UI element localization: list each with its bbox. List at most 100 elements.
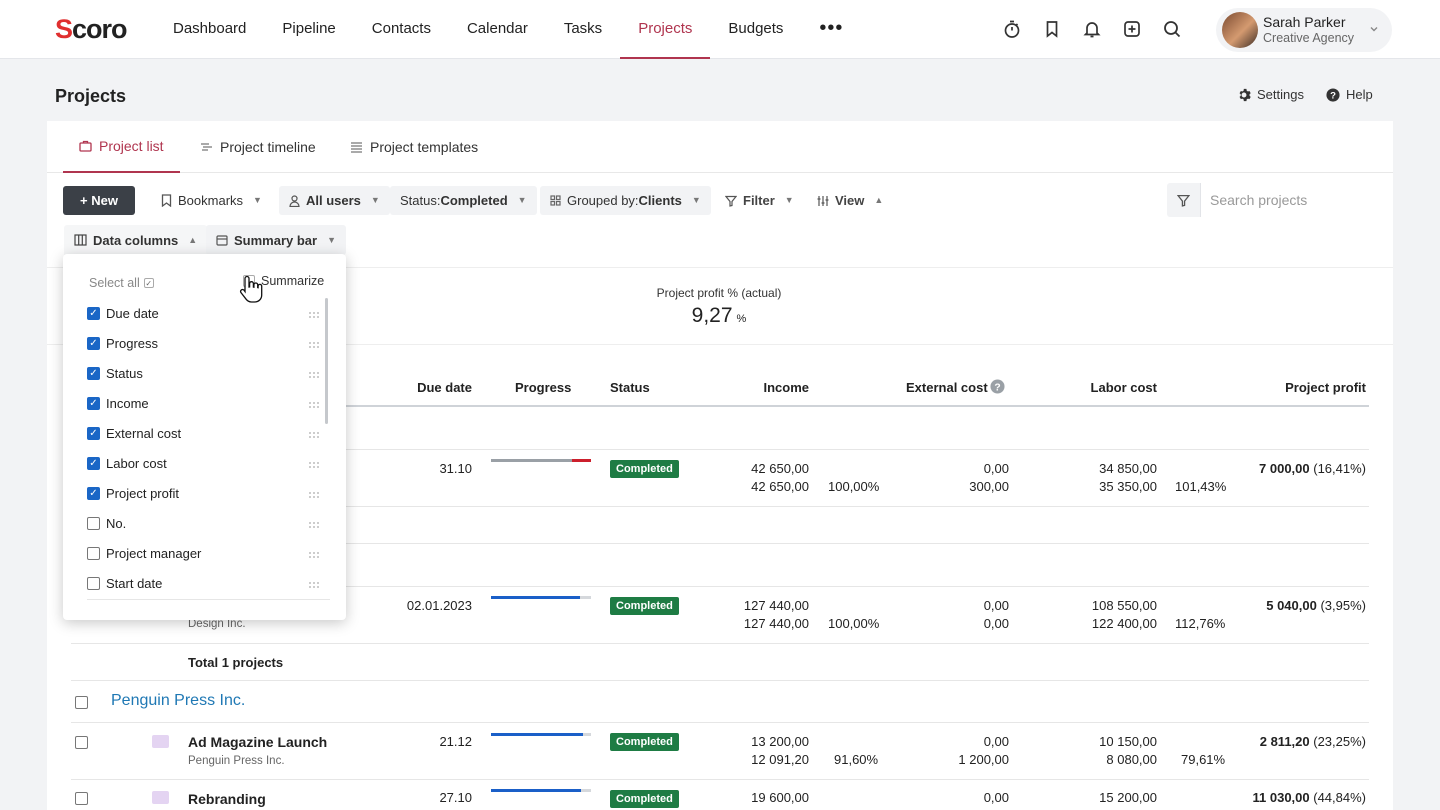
column-checkbox[interactable]: ✓	[87, 366, 100, 380]
column-option-project-manager[interactable]: Project manager	[87, 542, 319, 564]
col-income[interactable]: Income	[709, 380, 809, 395]
scoro-logo[interactable]: Scoro	[55, 14, 128, 45]
income-planned: 13 200,00	[751, 734, 809, 749]
user-menu[interactable]: Sarah Parker Creative Agency	[1216, 8, 1392, 52]
dropdown-scrollbar[interactable]	[325, 298, 328, 424]
drag-handle-icon[interactable]	[309, 368, 319, 378]
nav-tasks[interactable]: Tasks	[546, 0, 620, 59]
timeline-icon	[201, 143, 212, 151]
column-checkbox[interactable]: ✓	[87, 426, 100, 440]
tab-project-templates[interactable]: Project templates	[350, 121, 478, 173]
funnel-icon[interactable]	[1167, 183, 1201, 217]
new-button[interactable]: + New	[63, 186, 135, 215]
svg-text:?: ?	[994, 382, 1000, 393]
column-checkbox[interactable]: ✓	[87, 306, 100, 320]
nav-budgets[interactable]: Budgets	[710, 0, 801, 59]
column-option-progress[interactable]: ✓ Progress	[87, 332, 319, 354]
nav-dashboard[interactable]: Dashboard	[155, 0, 264, 59]
progress-bar	[491, 789, 591, 792]
drag-handle-icon[interactable]	[309, 428, 319, 438]
status-dropdown[interactable]: Status: Completed ▼	[390, 186, 537, 215]
grouped-by-dropdown[interactable]: Grouped by: Clients ▼	[540, 186, 711, 215]
labor-percent: 79,61%	[1181, 752, 1226, 767]
income-planned: 127 440,00	[743, 598, 809, 613]
group-checkbox[interactable]	[75, 696, 88, 709]
column-option-external-cost[interactable]: ✓ External cost	[87, 422, 319, 444]
data-columns-dropdown[interactable]: Data columns ▲	[64, 225, 208, 255]
column-option-project-profit[interactable]: ✓ Project profit	[87, 482, 319, 504]
nav-projects[interactable]: Projects	[620, 0, 711, 59]
column-option-due-date[interactable]: ✓ Due date	[87, 302, 319, 324]
users-dropdown[interactable]: All users ▼	[279, 186, 390, 215]
drag-handle-icon[interactable]	[309, 518, 319, 528]
sliders-icon	[817, 195, 829, 206]
tab-project-timeline[interactable]: Project timeline	[200, 121, 316, 173]
drag-handle-icon[interactable]	[309, 488, 319, 498]
column-option-labor-cost[interactable]: ✓ Labor cost	[87, 452, 319, 474]
settings-link[interactable]: Settings	[1237, 87, 1304, 102]
drag-handle-icon[interactable]	[309, 548, 319, 558]
bookmark-icon[interactable]	[1040, 17, 1064, 41]
plus-square-icon[interactable]	[1120, 17, 1144, 41]
nav-more-button[interactable]: •••	[801, 0, 861, 59]
column-checkbox[interactable]: ✓	[87, 336, 100, 350]
progress-fill	[491, 789, 581, 792]
help-link[interactable]: ? Help	[1326, 87, 1373, 102]
drag-handle-icon[interactable]	[309, 308, 319, 318]
tab-project-list[interactable]: Project list	[63, 121, 180, 173]
column-option-status[interactable]: ✓ Status	[87, 362, 319, 384]
column-option-no[interactable]: No.	[87, 512, 319, 534]
search-icon[interactable]	[1160, 17, 1184, 41]
timer-icon[interactable]	[1000, 17, 1024, 41]
view-dropdown[interactable]: View ▲	[807, 186, 894, 215]
nav-contacts[interactable]: Contacts	[354, 0, 449, 59]
column-option-income[interactable]: ✓ Income	[87, 392, 319, 414]
col-project-profit[interactable]: Project profit	[1246, 380, 1366, 395]
col-status[interactable]: Status	[610, 380, 650, 395]
income-percent: 91,60%	[834, 752, 879, 767]
column-checkbox[interactable]: ✓	[87, 486, 100, 500]
row-divider	[71, 680, 1369, 681]
column-checkbox[interactable]	[87, 516, 100, 530]
row-checkbox[interactable]	[75, 736, 88, 749]
col-progress[interactable]: Progress	[515, 380, 571, 395]
column-checkbox[interactable]	[87, 546, 100, 560]
summary-value: 9,27%	[691, 304, 747, 327]
drag-handle-icon[interactable]	[309, 398, 319, 408]
bell-icon[interactable]	[1080, 17, 1104, 41]
col-labor-cost[interactable]: Labor cost	[1057, 380, 1157, 395]
row-checkbox[interactable]	[75, 792, 88, 805]
drag-handle-icon[interactable]	[309, 338, 319, 348]
avatar	[1222, 12, 1258, 48]
col-external-cost[interactable]: External cost	[906, 380, 988, 395]
due-date: 02.01.2023	[406, 598, 472, 613]
col-due-date[interactable]: Due date	[392, 380, 472, 395]
drag-handle-icon[interactable]	[309, 578, 319, 588]
nav-pipeline[interactable]: Pipeline	[264, 0, 353, 59]
column-checkbox[interactable]	[87, 576, 100, 590]
info-icon[interactable]: ?	[990, 379, 1005, 397]
project-profit: 2 811,20 (23,25%)	[1259, 734, 1366, 749]
caret-up-icon: ▲	[188, 234, 198, 245]
column-option-start-date[interactable]: Start date	[87, 572, 319, 594]
income-percent: 100,00%	[828, 479, 880, 494]
search-input[interactable]	[1201, 183, 1377, 217]
summary-bar-dropdown[interactable]: Summary bar ▼	[206, 225, 347, 255]
labor-percent: 112,76%	[1175, 616, 1226, 631]
column-checkbox[interactable]: ✓	[87, 396, 100, 410]
filter-dropdown[interactable]: Filter ▼	[715, 186, 804, 215]
user-org: Creative Agency	[1263, 31, 1355, 45]
drag-handle-icon[interactable]	[309, 458, 319, 468]
svg-text:?: ?	[1330, 90, 1336, 101]
caret-down-icon: ▼	[253, 195, 262, 205]
nav-calendar[interactable]: Calendar	[449, 0, 546, 59]
select-all-toggle[interactable]: Select all ✓	[89, 276, 154, 290]
folder-icon	[152, 735, 169, 748]
due-date: 31.10	[439, 461, 472, 476]
column-checkbox[interactable]: ✓	[87, 456, 100, 470]
project-name[interactable]: Rebranding	[188, 791, 266, 807]
group-title[interactable]: Penguin Press Inc.	[111, 692, 245, 710]
progress-overrun	[572, 459, 591, 462]
bookmarks-dropdown[interactable]: Bookmarks ▼	[151, 186, 272, 215]
project-name[interactable]: Ad Magazine Launch	[188, 734, 327, 750]
